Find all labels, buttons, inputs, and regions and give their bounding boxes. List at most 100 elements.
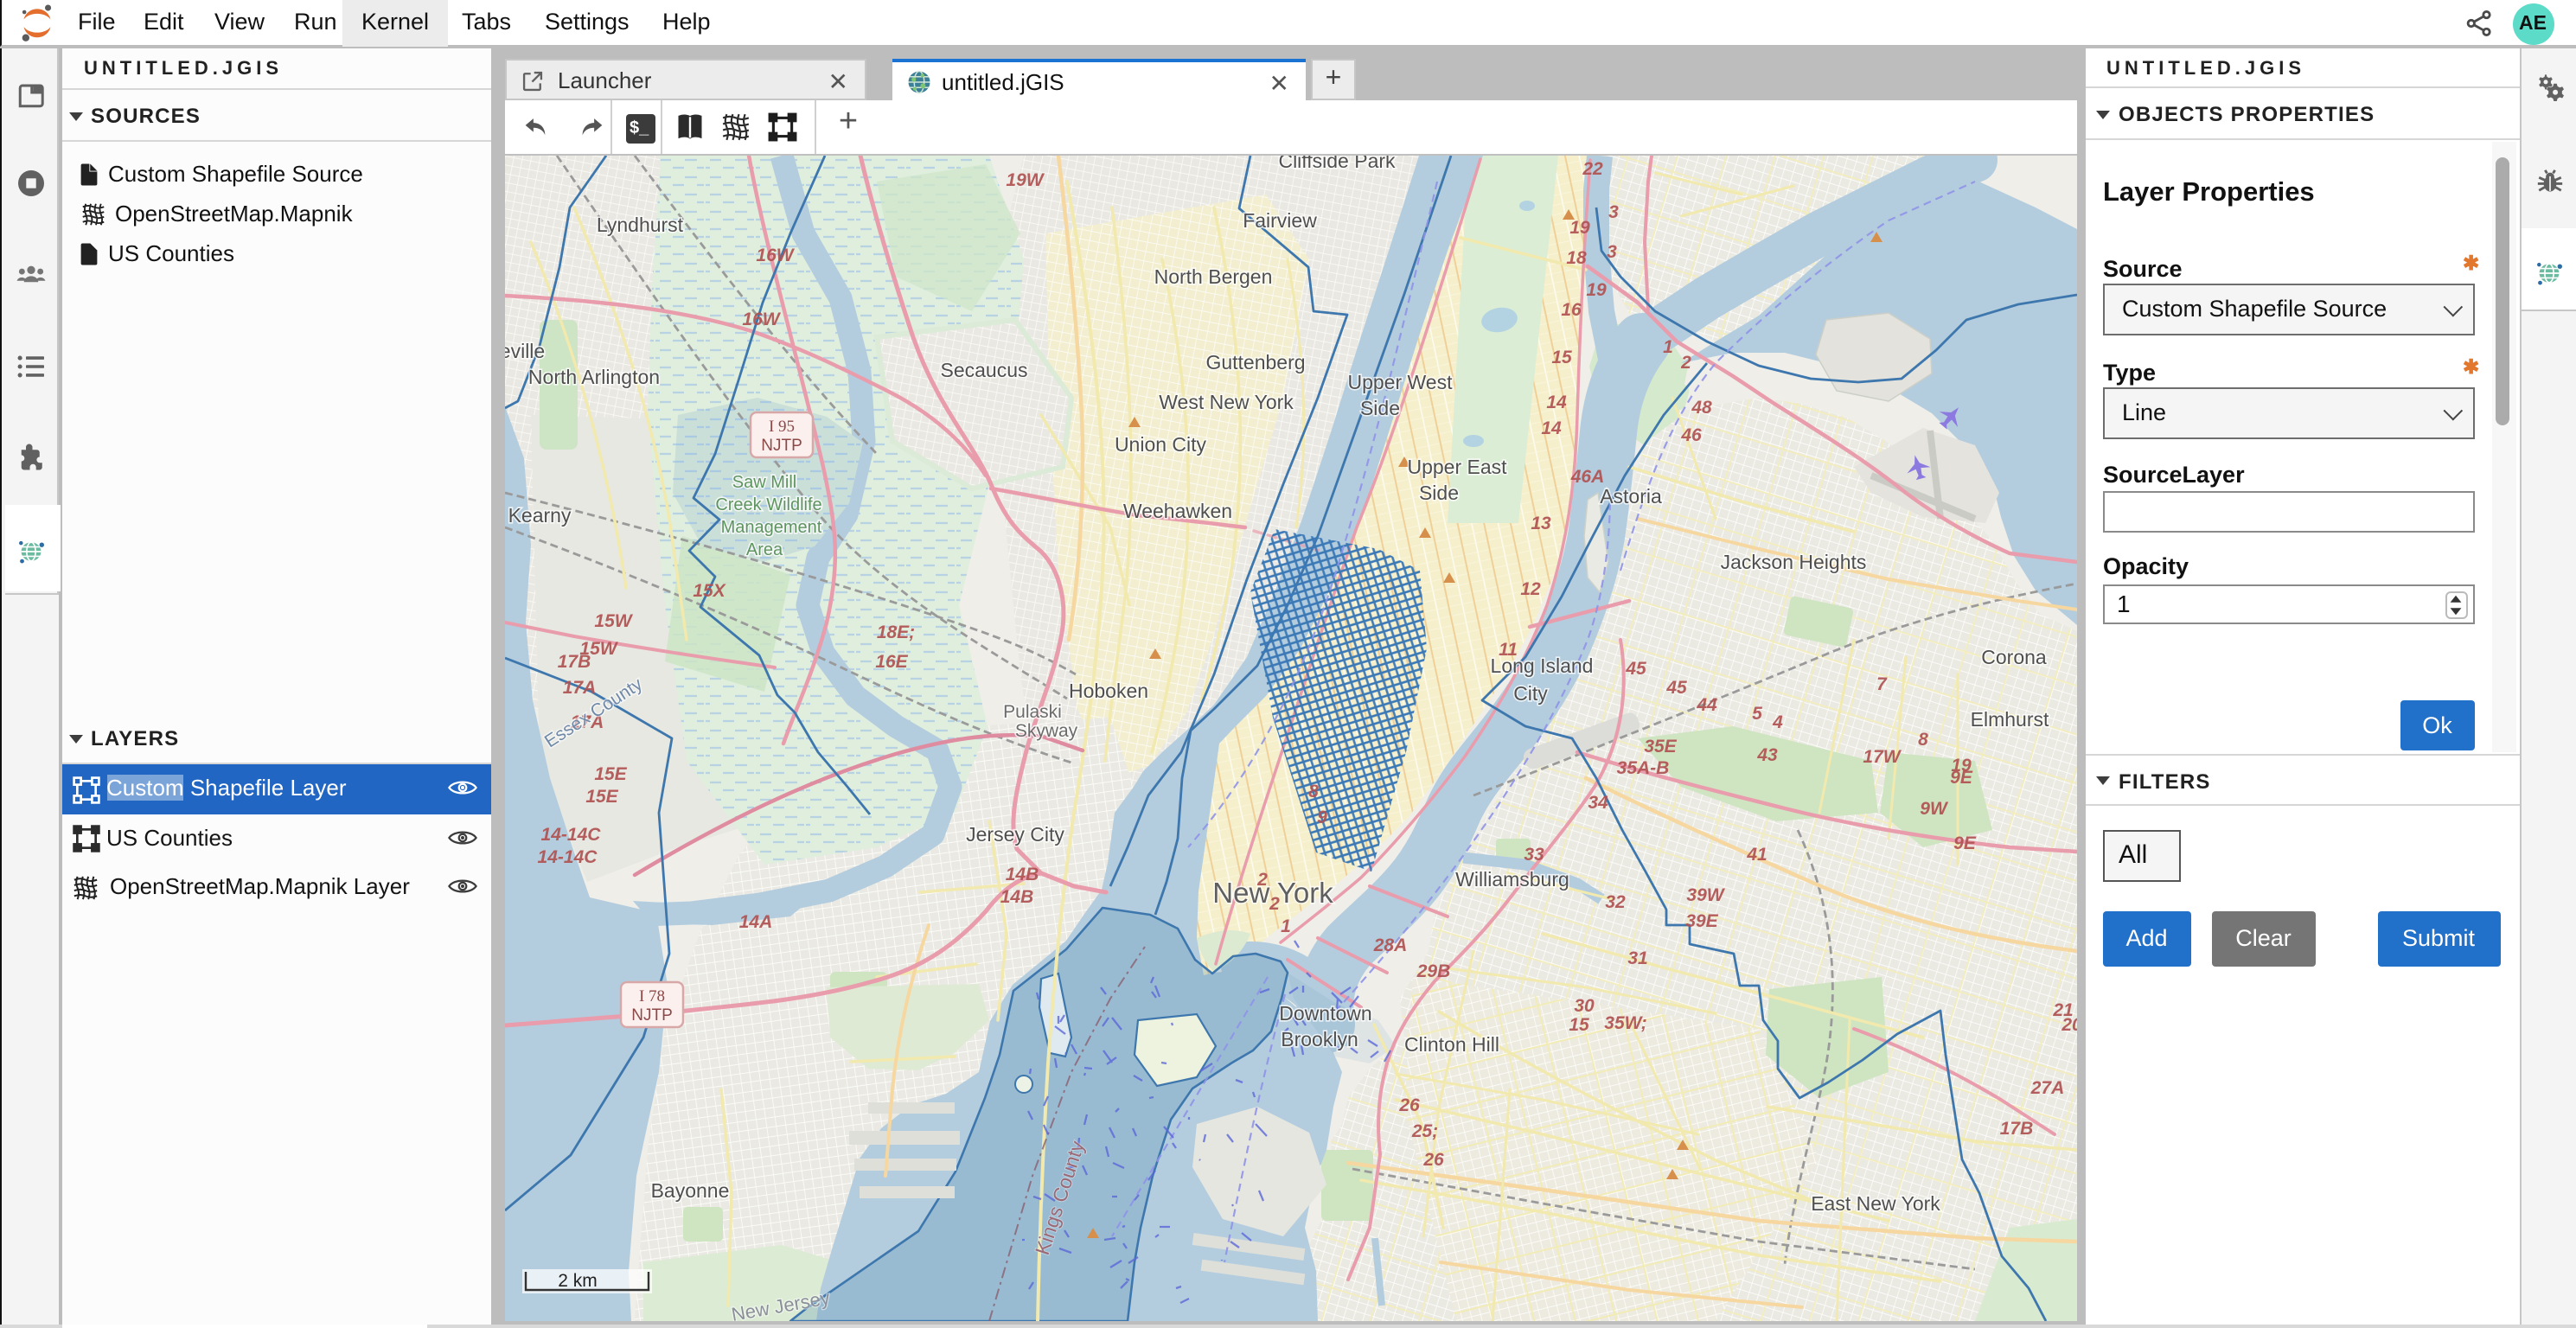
svg-text:30: 30 (1573, 995, 1594, 1015)
svg-text:4: 4 (1771, 712, 1782, 731)
svg-text:3: 3 (1606, 241, 1616, 261)
svg-text:8: 8 (1917, 729, 1927, 749)
svg-text:35W;: 35W; (1603, 1012, 1646, 1032)
svg-text:Saw Mill: Saw Mill (732, 472, 796, 491)
svg-text:19: 19 (1585, 279, 1606, 299)
svg-text:45: 45 (1665, 677, 1686, 697)
svg-text:14B: 14B (1000, 886, 1033, 906)
svg-text:33: 33 (1523, 844, 1544, 864)
svg-text:North Bergen: North Bergen (1154, 265, 1272, 287)
svg-text:Kearny: Kearny (508, 503, 571, 526)
svg-text:Astoria: Astoria (1599, 484, 1661, 507)
svg-text:9W: 9W (1919, 798, 1948, 818)
svg-text:41: 41 (1745, 844, 1766, 864)
svg-text:Side: Side (1359, 396, 1399, 418)
svg-text:1: 1 (1662, 336, 1672, 356)
svg-text:2 km: 2 km (557, 1270, 597, 1290)
svg-text:Skyway: Skyway (1014, 720, 1077, 740)
svg-text:Corona: Corona (1980, 645, 2046, 667)
svg-text:3: 3 (1608, 201, 1618, 221)
svg-text:14B: 14B (1005, 864, 1039, 884)
svg-text:Union City: Union City (1114, 432, 1206, 455)
svg-text:Pulaski: Pulaski (1002, 701, 1061, 721)
svg-text:35A-B: 35A-B (1616, 757, 1669, 777)
svg-text:35E: 35E (1643, 736, 1676, 756)
svg-text:Lyndhurst: Lyndhurst (596, 213, 683, 235)
svg-text:8: 8 (1307, 781, 1318, 801)
svg-text:14A: 14A (738, 911, 772, 931)
svg-text:Long Island: Long Island (1490, 654, 1593, 676)
svg-text:Hoboken: Hoboken (1068, 679, 1147, 701)
svg-text:20: 20 (2060, 1014, 2076, 1034)
svg-text:22: 22 (1581, 158, 1602, 178)
svg-text:Bayonne: Bayonne (650, 1178, 729, 1201)
svg-text:19: 19 (1950, 755, 1971, 775)
svg-text:16E: 16E (874, 651, 907, 671)
svg-text:14-14C: 14-14C (537, 846, 598, 866)
svg-text:45: 45 (1624, 658, 1646, 678)
svg-text:West New York: West New York (1158, 390, 1293, 412)
svg-text:16W: 16W (741, 309, 780, 329)
svg-text:East New York: East New York (1810, 1191, 1940, 1214)
svg-text:Area: Area (745, 540, 783, 559)
svg-text:Upper East: Upper East (1406, 455, 1506, 477)
svg-text:Weehawken: Weehawken (1122, 499, 1231, 521)
svg-text:28A: 28A (1372, 935, 1407, 954)
svg-text:46: 46 (1679, 425, 1701, 444)
svg-text:1: 1 (1280, 916, 1290, 935)
svg-text:Guttenberg: Guttenberg (1205, 350, 1304, 373)
svg-text:26: 26 (1422, 1149, 1443, 1169)
svg-text:Fairview: Fairview (1242, 208, 1316, 231)
svg-text:Jersey City: Jersey City (965, 822, 1064, 845)
svg-text:31: 31 (1627, 948, 1646, 967)
svg-text:27A: 27A (2029, 1077, 2064, 1097)
svg-text:Creek Wildlife: Creek Wildlife (714, 495, 821, 514)
svg-text:16W: 16W (755, 245, 794, 265)
svg-text:Brooklyn: Brooklyn (1280, 1027, 1357, 1050)
svg-text:Williamsburg: Williamsburg (1454, 867, 1569, 890)
svg-text:New York: New York (1211, 876, 1333, 908)
svg-text:15: 15 (1568, 1014, 1588, 1034)
svg-text:Clinton Hill: Clinton Hill (1403, 1032, 1499, 1055)
svg-text:5: 5 (1751, 703, 1761, 723)
svg-text:46A: 46A (1569, 466, 1604, 486)
svg-text:17B: 17B (557, 651, 591, 671)
svg-text:Downtown: Downtown (1278, 1001, 1371, 1024)
svg-text:North Arlington: North Arlington (527, 365, 659, 387)
svg-text:39E: 39E (1684, 910, 1717, 930)
svg-text:17B: 17B (1999, 1118, 2033, 1138)
svg-text:I 95: I 95 (768, 417, 794, 435)
svg-text:19W: 19W (1005, 169, 1044, 189)
svg-text:Elmhurst: Elmhurst (1970, 707, 2049, 730)
svg-text:9E: 9E (1953, 833, 1976, 852)
svg-text:16: 16 (1560, 299, 1581, 319)
svg-text:32: 32 (1604, 891, 1625, 911)
svg-text:39W: 39W (1685, 884, 1724, 904)
svg-text:26: 26 (1397, 1095, 1419, 1114)
svg-text:14-14C: 14-14C (540, 824, 601, 844)
svg-text:43: 43 (1755, 744, 1777, 764)
svg-text:Upper West: Upper West (1346, 370, 1452, 393)
svg-text:15E: 15E (593, 763, 626, 783)
svg-text:Management: Management (720, 517, 821, 536)
svg-text:44: 44 (1695, 694, 1716, 714)
svg-text:I 78: I 78 (638, 986, 664, 1005)
svg-text:12: 12 (1519, 578, 1540, 598)
svg-text:15W: 15W (593, 610, 632, 630)
svg-text:14: 14 (1540, 418, 1561, 437)
svg-text:Cliffside Park: Cliffside Park (1277, 155, 1395, 171)
svg-text:9: 9 (1316, 807, 1326, 827)
svg-text:Secaucus: Secaucus (939, 358, 1026, 380)
svg-text:7: 7 (1876, 674, 1887, 693)
svg-text:14: 14 (1545, 392, 1566, 412)
svg-text:48: 48 (1690, 397, 1711, 417)
svg-text:34: 34 (1587, 792, 1608, 812)
svg-text:15E: 15E (585, 786, 617, 806)
svg-text:Jackson Heights: Jackson Heights (1720, 550, 1866, 572)
svg-text:Side: Side (1418, 481, 1458, 503)
svg-text:NJTP: NJTP (630, 1006, 672, 1024)
svg-text:18: 18 (1565, 247, 1586, 267)
svg-text:eville: eville (504, 339, 544, 361)
svg-text:29B: 29B (1416, 961, 1450, 980)
svg-text:17W: 17W (1862, 746, 1901, 766)
